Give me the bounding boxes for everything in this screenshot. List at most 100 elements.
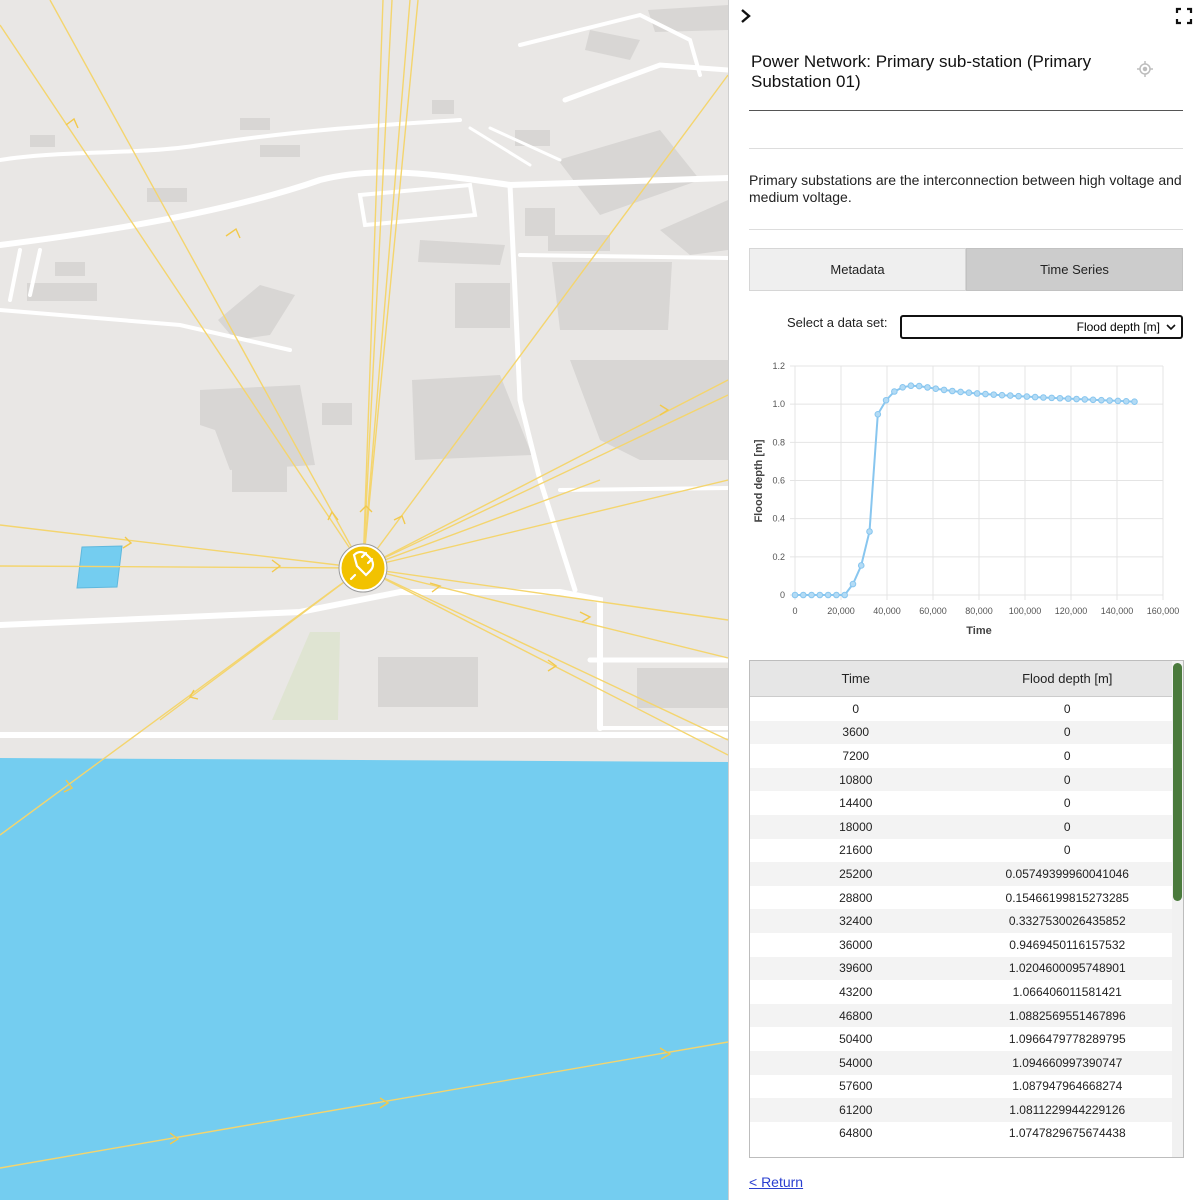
table-row: 10800 0 [750,767,1173,792]
fullscreen-button[interactable] [1174,6,1194,26]
divider [749,148,1183,149]
cell-flood-depth: 1.094660997390747 [1012,1055,1123,1070]
cell-time: 61200 [839,1102,873,1117]
y-tick-label: 0 [780,590,785,600]
cell-time: 50400 [839,1032,873,1047]
data-point [1006,392,1014,399]
data-point [990,391,998,398]
y-tick-label: 1.0 [772,399,785,409]
map-canvas[interactable] [0,0,728,1200]
return-link[interactable]: < Return [749,1174,803,1190]
crosshair-icon [1137,61,1153,77]
y-tick-label: 0.8 [772,437,785,447]
tab-time-series[interactable]: Time Series [966,248,1183,291]
tab-metadata[interactable]: Metadata [749,248,966,291]
time-series-table[interactable]: Time Flood depth [m] 0 0 3600 0 7200 0 10800 0 1… [749,660,1184,1158]
x-tick-label: 160,000 [1147,606,1180,616]
data-point [891,388,898,395]
cell-time: 0 [852,701,860,716]
table-scrollbar[interactable] [1172,661,1183,1157]
data-point [866,528,873,535]
data-point [907,382,915,390]
x-tick-label: 20,000 [827,606,855,616]
y-tick-label: 0.4 [772,514,785,524]
data-point [824,591,832,599]
locate-feature-button[interactable] [1137,61,1153,77]
y-tick-label: 1.2 [772,361,785,371]
cell-time: 25200 [839,866,873,881]
column-header-flood-depth: Flood depth [m] [1022,671,1113,686]
data-point [833,591,840,599]
cell-time: 18000 [839,819,873,834]
water-body [0,758,728,1200]
cell-time: 32400 [839,914,873,929]
feature-description: Primary substations are the interconnect… [749,172,1182,205]
dataset-selected-value: Flood depth [m] [1076,320,1160,334]
y-tick-label: 0.6 [772,476,785,486]
scrollbar-thumb[interactable] [1173,663,1182,901]
cell-time: 57600 [839,1079,873,1094]
cell-flood-depth: 0.9469450116157532 [1009,937,1126,952]
cell-flood-depth: 0 [1063,819,1071,834]
x-tick-label: 120,000 [1055,606,1088,616]
table-row: 36000 0.9469450116157532 [750,933,1173,957]
data-point [791,591,799,599]
dataset-select[interactable]: Flood depth [m] [900,315,1183,339]
cell-flood-depth: 1.087947964668274 [1012,1079,1123,1094]
data-point [973,390,981,397]
x-tick-label: 80,000 [965,606,993,616]
table-header: Time Flood depth [m] [750,661,1173,697]
collapse-panel-button[interactable] [735,6,755,26]
data-point [1081,396,1089,403]
data-point [1023,393,1031,400]
cell-time: 7200 [842,748,870,763]
table-row: 50400 1.0966479778289795 [750,1027,1173,1051]
table-row: 28800 0.15466199815273285 [750,886,1173,910]
table-row: 14400 0 [750,791,1173,815]
chevron-right-icon [741,9,751,23]
x-tick-label: 60,000 [919,606,947,616]
substation-marker[interactable] [338,543,388,593]
cell-time: 28800 [839,890,873,905]
cell-flood-depth: 1.0204600095748901 [1008,961,1126,976]
cell-flood-depth: 1.066406011581421 [1012,984,1122,999]
data-point [1122,398,1130,405]
table-body: 0 0 3600 0 7200 0 10800 0 14400 0 18000 0 21600 0 2520… [750,697,1183,1145]
table-row: 57600 1.087947964668274 [750,1075,1173,1099]
table-row: 32400 0.3327530026435852 [750,909,1173,933]
data-point [1064,395,1072,402]
data-point [1114,397,1122,405]
column-header-time: Time [841,671,870,686]
data-point [940,386,948,394]
cell-flood-depth: 1.0882569551467896 [1008,1008,1126,1023]
data-point [849,580,857,588]
table-row: 21600 0 [750,839,1173,863]
cell-time: 39600 [839,961,873,976]
table-row: 00 [750,697,1173,721]
x-axis-label: Time [966,625,991,637]
data-point [932,385,940,392]
table-row: 61200 1.0811229944229126 [750,1098,1173,1122]
x-tick-label: 140,000 [1101,606,1134,616]
table-row: 64800 1.0747829675674438 [750,1122,1173,1146]
data-point [857,562,865,569]
x-tick-label: 100,000 [1009,606,1042,616]
data-point [808,591,815,599]
cell-flood-depth: 0 [1063,843,1071,858]
chevron-down-icon [1166,324,1176,331]
data-point [841,591,848,599]
map-view[interactable] [0,0,728,1200]
table-row: 18000 0 [750,814,1173,839]
data-point [1106,397,1113,404]
data-point [1031,393,1039,401]
x-tick-label: 0 [792,606,797,616]
cell-flood-depth: 0.3327530026435852 [1008,914,1126,929]
divider [749,229,1183,230]
data-point [1098,396,1105,404]
data-point [874,410,882,418]
table-row: 3600 0 [750,720,1173,745]
dataset-select-label: Select a data set: [787,315,888,330]
data-point [1073,395,1080,403]
cell-flood-depth: 1.0966479778289795 [1008,1032,1126,1047]
data-point [899,384,906,391]
